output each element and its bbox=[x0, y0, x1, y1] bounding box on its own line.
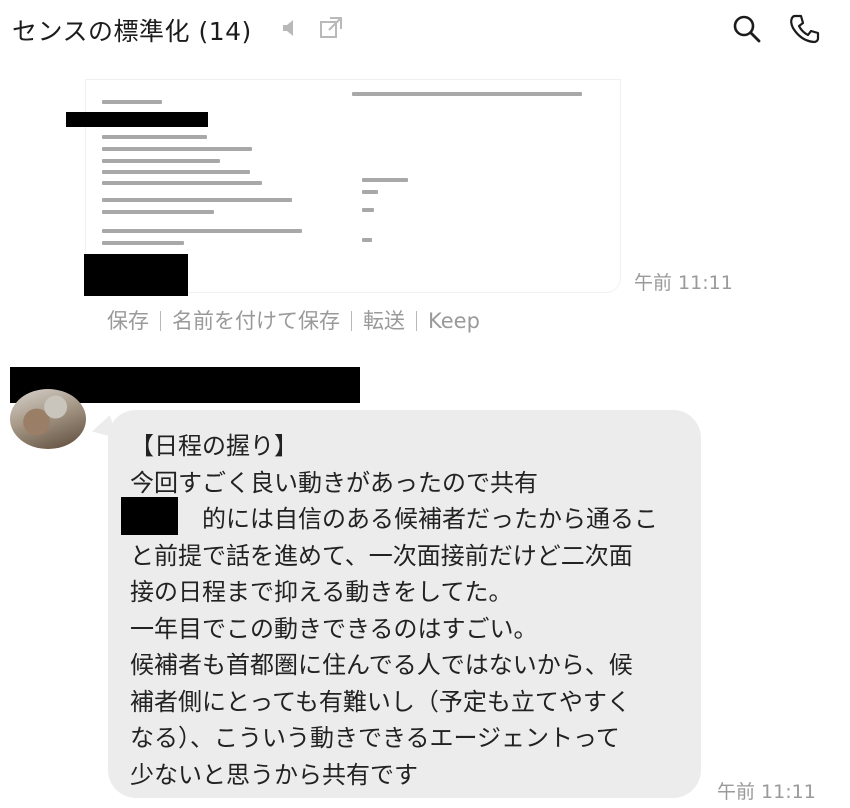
phone-icon[interactable] bbox=[787, 12, 821, 46]
search-icon[interactable] bbox=[731, 13, 763, 45]
save-as-link[interactable]: 名前を付けて保存 bbox=[172, 309, 340, 333]
redaction-block bbox=[66, 112, 208, 127]
redaction-block bbox=[84, 254, 188, 296]
divider bbox=[351, 311, 352, 331]
divider bbox=[160, 311, 161, 331]
redaction-block bbox=[121, 497, 178, 535]
divider bbox=[416, 311, 417, 331]
avatar[interactable] bbox=[10, 389, 86, 449]
message-timestamp: 午前 11:11 bbox=[717, 781, 816, 803]
chat-title[interactable]: センスの標準化 (14) bbox=[12, 12, 252, 48]
save-link[interactable]: 保存 bbox=[107, 309, 149, 333]
open-external-icon[interactable] bbox=[318, 15, 344, 41]
forward-link[interactable]: 転送 bbox=[363, 309, 405, 333]
keep-link[interactable]: Keep bbox=[428, 309, 480, 333]
message-text: 【日程の握り】 今回すごく良い動きがあったので共有 的には自信のある候補者だった… bbox=[130, 432, 658, 789]
image-actions: 保存 名前を付けて保存 転送 Keep bbox=[107, 305, 480, 335]
chat-header: センスの標準化 (14) bbox=[0, 0, 850, 58]
speaker-muted-icon[interactable] bbox=[280, 17, 302, 39]
message-timestamp: 午前 11:11 bbox=[634, 272, 733, 294]
